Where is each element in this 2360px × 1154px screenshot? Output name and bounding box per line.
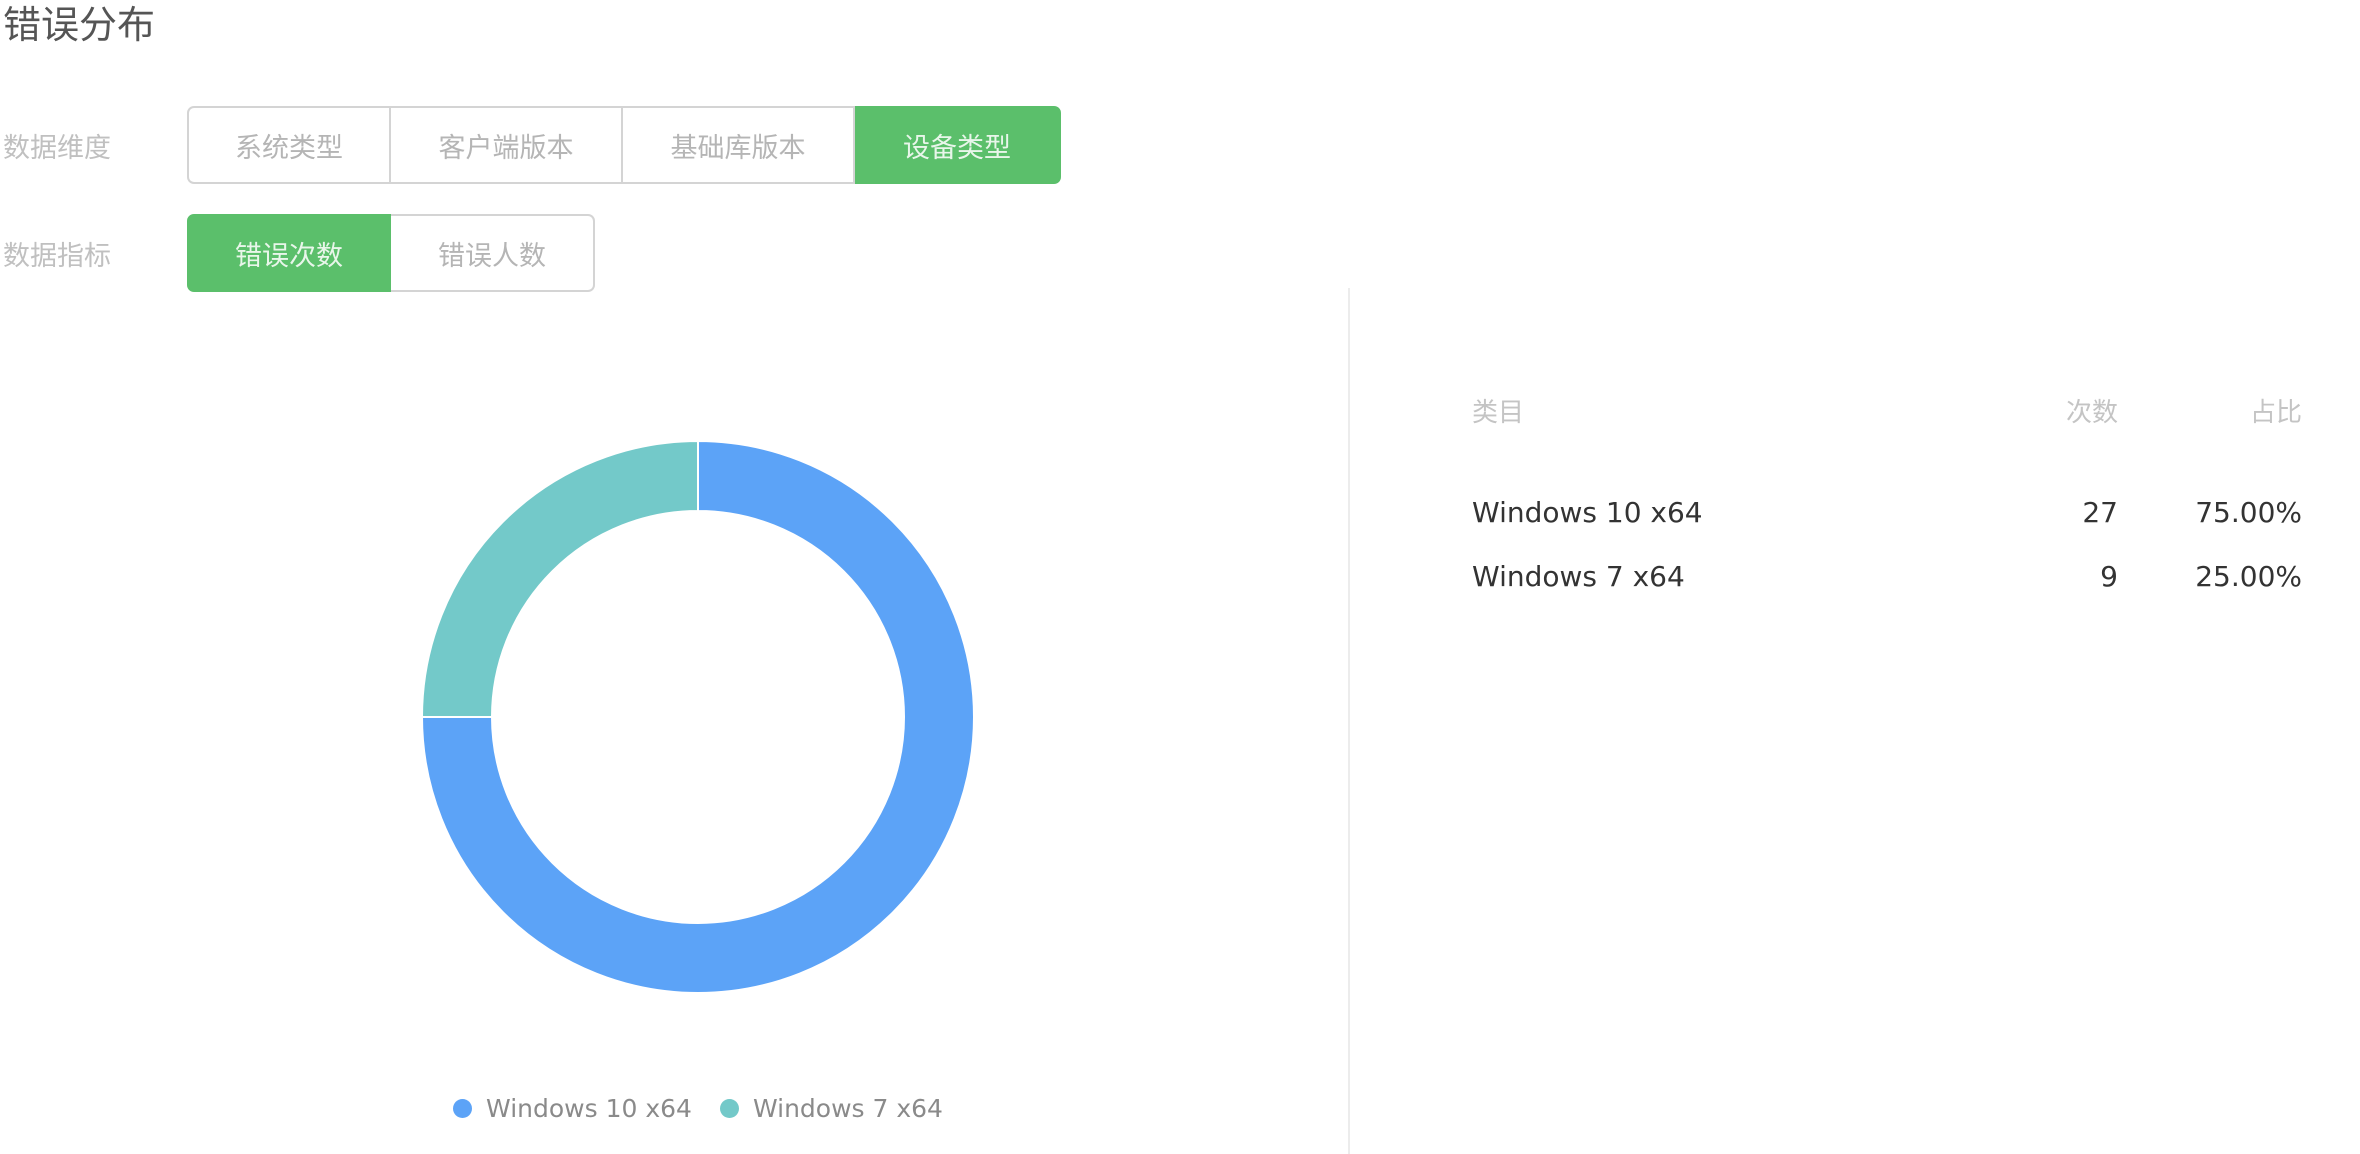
- table-row: Windows 7 x64 9 25.00%: [1472, 544, 2302, 608]
- legend-item-windows-10[interactable]: Windows 10 x64: [453, 1094, 692, 1123]
- row-count: 27: [2082, 495, 2118, 529]
- panel-divider: [1348, 288, 1350, 1154]
- table-row: Windows 10 x64 27 75.00%: [1472, 480, 2302, 544]
- legend-dot-windows-7: [719, 1099, 739, 1118]
- dimension-base-library-version-button[interactable]: 基础库版本: [623, 106, 855, 184]
- page-title: 错误分布: [3, 3, 156, 47]
- chart-legend: Windows 10 x64 Windows 7 x64: [0, 1094, 1396, 1123]
- row-category: Windows 10 x64: [1472, 495, 1703, 529]
- metric-filter-label: 数据指标: [3, 240, 111, 272]
- distribution-table: 类目 次数 占比 Windows 10 x64 27 75.00% Window…: [1472, 388, 2302, 608]
- legend-item-windows-7[interactable]: Windows 7 x64: [719, 1094, 943, 1123]
- dimension-filter-label: 数据维度: [3, 132, 111, 164]
- dimension-filter-row: 数据维度 系统类型 客户端版本 基础库版本 设备类型: [0, 106, 1061, 184]
- donut-chart: [420, 439, 975, 994]
- row-count: 9: [2100, 559, 2118, 593]
- header-category: 类目: [1472, 397, 1525, 428]
- header-count: 次数: [2065, 397, 2118, 428]
- metric-filter-row: 数据指标 错误次数 错误人数: [0, 214, 595, 292]
- metric-button-group: 错误次数 错误人数: [187, 214, 595, 292]
- legend-dot-windows-10: [453, 1099, 473, 1118]
- metric-error-users-button[interactable]: 错误人数: [391, 214, 595, 292]
- dimension-client-version-button[interactable]: 客户端版本: [391, 106, 623, 184]
- dimension-os-type-button[interactable]: 系统类型: [187, 106, 391, 184]
- error-distribution-page: 错误分布 数据维度 系统类型 客户端版本 基础库版本 设备类型 数据指标 错误次…: [0, 0, 2360, 1154]
- metric-error-count-button[interactable]: 错误次数: [187, 214, 391, 292]
- donut-slice-1[interactable]: [420, 439, 699, 718]
- header-ratio: 占比: [2249, 397, 2302, 428]
- row-ratio: 25.00%: [2195, 559, 2302, 593]
- row-ratio: 75.00%: [2195, 495, 2302, 529]
- legend-label-windows-10: Windows 10 x64: [486, 1094, 692, 1123]
- dimension-device-type-button[interactable]: 设备类型: [855, 106, 1061, 184]
- row-category: Windows 7 x64: [1472, 559, 1685, 593]
- legend-label-windows-7: Windows 7 x64: [752, 1094, 943, 1123]
- table-header: 类目 次数 占比: [1472, 388, 2302, 432]
- dimension-button-group: 系统类型 客户端版本 基础库版本 设备类型: [187, 106, 1061, 184]
